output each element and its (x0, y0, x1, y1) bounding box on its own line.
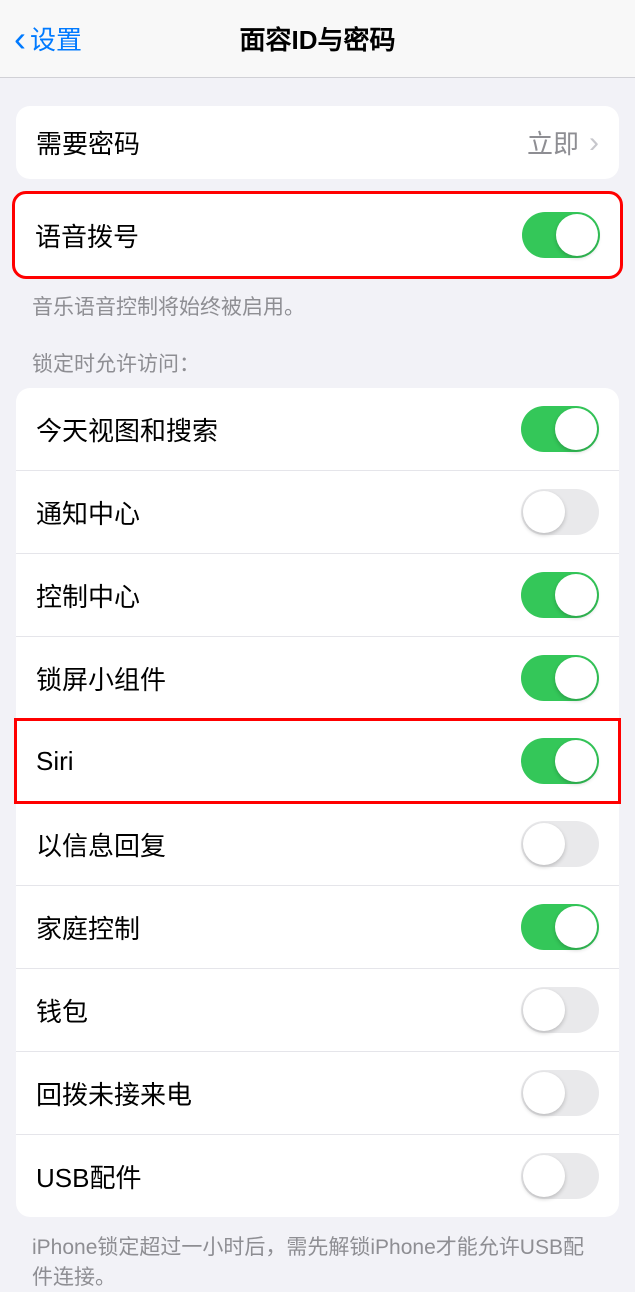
row-right: 立即 › (527, 124, 599, 161)
require-passcode-row[interactable]: 需要密码 立即 › (16, 106, 619, 179)
notification-center-row: 通知中心 (16, 471, 619, 554)
siri-toggle[interactable] (521, 738, 599, 784)
nav-bar: ‹ 设置 面容ID与密码 (0, 0, 635, 78)
reply-with-message-toggle[interactable] (521, 821, 599, 867)
voice-dial-row: 语音拨号 (15, 194, 620, 276)
toggle-knob (523, 1155, 565, 1197)
toggle-knob (555, 906, 597, 948)
toggle-knob (523, 989, 565, 1031)
lock-widget-row: 锁屏小组件 (16, 637, 619, 720)
usb-accessories-row: USB配件 (16, 1135, 619, 1217)
usb-footer: iPhone锁定超过一小时后，需先解锁iPhone才能允许USB配件连接。 (0, 1225, 635, 1292)
row-label: Siri (36, 746, 74, 777)
toggle-knob (555, 574, 597, 616)
notification-center-toggle[interactable] (521, 489, 599, 535)
row-label: 家庭控制 (36, 909, 140, 946)
lock-access-group: 今天视图和搜索 通知中心 控制中心 锁屏小组件 Siri (16, 388, 619, 1217)
home-control-row: 家庭控制 (16, 886, 619, 969)
row-label: 语音拨号 (35, 217, 139, 254)
control-center-row: 控制中心 (16, 554, 619, 637)
return-missed-calls-row: 回拨未接来电 (16, 1052, 619, 1135)
row-label: 回拨未接来电 (36, 1075, 192, 1112)
row-label: 通知中心 (36, 494, 140, 531)
reply-with-message-row: 以信息回复 (16, 803, 619, 886)
page-title: 面容ID与密码 (239, 20, 395, 57)
chevron-right-icon: › (589, 126, 599, 160)
row-label: 今天视图和搜索 (36, 411, 218, 448)
lock-widget-toggle[interactable] (521, 655, 599, 701)
home-control-toggle[interactable] (521, 904, 599, 950)
toggle-knob (555, 740, 597, 782)
row-value: 立即 (527, 124, 579, 161)
row-label: 以信息回复 (36, 826, 166, 863)
today-view-toggle[interactable] (521, 406, 599, 452)
row-label: 锁屏小组件 (36, 660, 166, 697)
chevron-left-icon: ‹ (14, 21, 26, 57)
toggle-knob (523, 823, 565, 865)
toggle-knob (523, 491, 565, 533)
row-label: 需要密码 (36, 124, 140, 161)
row-label: 钱包 (36, 992, 88, 1029)
usb-accessories-toggle[interactable] (521, 1153, 599, 1199)
today-view-row: 今天视图和搜索 (16, 388, 619, 471)
siri-row: Siri (16, 720, 619, 803)
passcode-group: 需要密码 立即 › (16, 106, 619, 179)
toggle-knob (556, 214, 598, 256)
return-missed-calls-toggle[interactable] (521, 1070, 599, 1116)
voice-dial-group: 语音拨号 (12, 191, 623, 279)
wallet-row: 钱包 (16, 969, 619, 1052)
toggle-knob (555, 657, 597, 699)
back-button[interactable]: ‹ 设置 (0, 20, 96, 57)
toggle-knob (555, 408, 597, 450)
row-label: 控制中心 (36, 577, 140, 614)
wallet-toggle[interactable] (521, 987, 599, 1033)
back-label: 设置 (30, 20, 82, 57)
voice-dial-toggle[interactable] (522, 212, 600, 258)
control-center-toggle[interactable] (521, 572, 599, 618)
toggle-knob (523, 1072, 565, 1114)
lock-access-header: 锁定时允许访问： (0, 322, 635, 384)
row-label: USB配件 (36, 1158, 141, 1195)
voice-dial-footer: 音乐语音控制将始终被启用。 (0, 285, 635, 322)
